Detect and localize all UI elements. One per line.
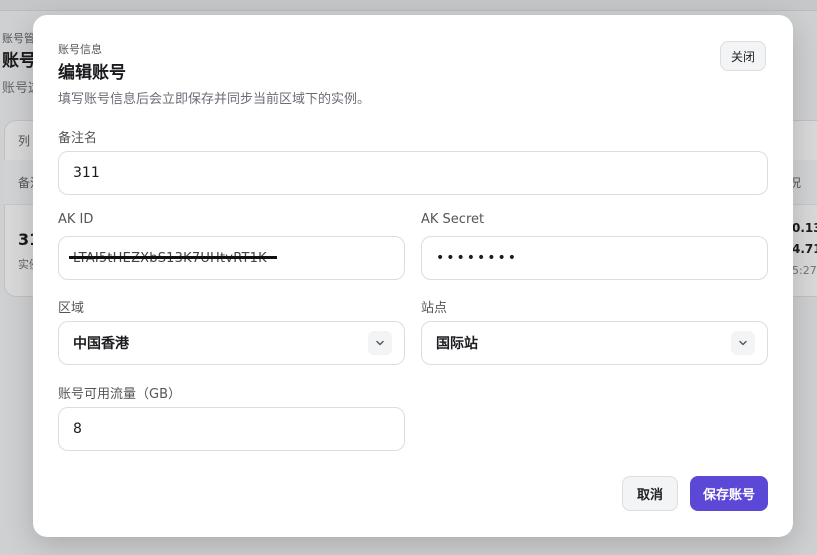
- ak-id-field[interactable]: LTAI5tHEZXbS13K7UHtvRT1K: [58, 236, 405, 280]
- remark-field[interactable]: [58, 151, 768, 195]
- region-label: 区域: [58, 301, 85, 316]
- remark-label: 备注名: [58, 131, 98, 146]
- traffic-input[interactable]: [73, 421, 390, 437]
- remark-input[interactable]: [73, 165, 753, 181]
- region-select[interactable]: 中国香港: [58, 321, 405, 365]
- chevron-down-icon: [731, 331, 755, 355]
- redaction-bar: [69, 256, 277, 259]
- close-button[interactable]: 关闭: [720, 41, 766, 71]
- traffic-field[interactable]: [58, 407, 405, 451]
- modal-title: 编辑账号: [58, 63, 126, 83]
- ak-secret-label: AK Secret: [421, 212, 485, 227]
- site-select[interactable]: 国际站: [421, 321, 768, 365]
- region-value: 中国香港: [73, 336, 129, 352]
- chevron-down-icon: [368, 331, 392, 355]
- ak-secret-value: ••••••••: [436, 250, 519, 266]
- save-account-button[interactable]: 保存账号: [690, 476, 768, 511]
- traffic-label: 账号可用流量（GB）: [58, 387, 181, 402]
- ak-id-label: AK ID: [58, 212, 94, 227]
- site-value: 国际站: [436, 336, 478, 352]
- ak-secret-field[interactable]: ••••••••: [421, 236, 768, 280]
- modal-description: 填写账号信息后会立即保存并同步当前区域下的实例。: [58, 92, 371, 107]
- site-label: 站点: [421, 301, 448, 316]
- modal-eyebrow: 账号信息: [58, 43, 102, 56]
- cancel-button[interactable]: 取消: [622, 476, 678, 511]
- edit-account-modal: 账号信息 编辑账号 填写账号信息后会立即保存并同步当前区域下的实例。 关闭 备注…: [33, 15, 793, 537]
